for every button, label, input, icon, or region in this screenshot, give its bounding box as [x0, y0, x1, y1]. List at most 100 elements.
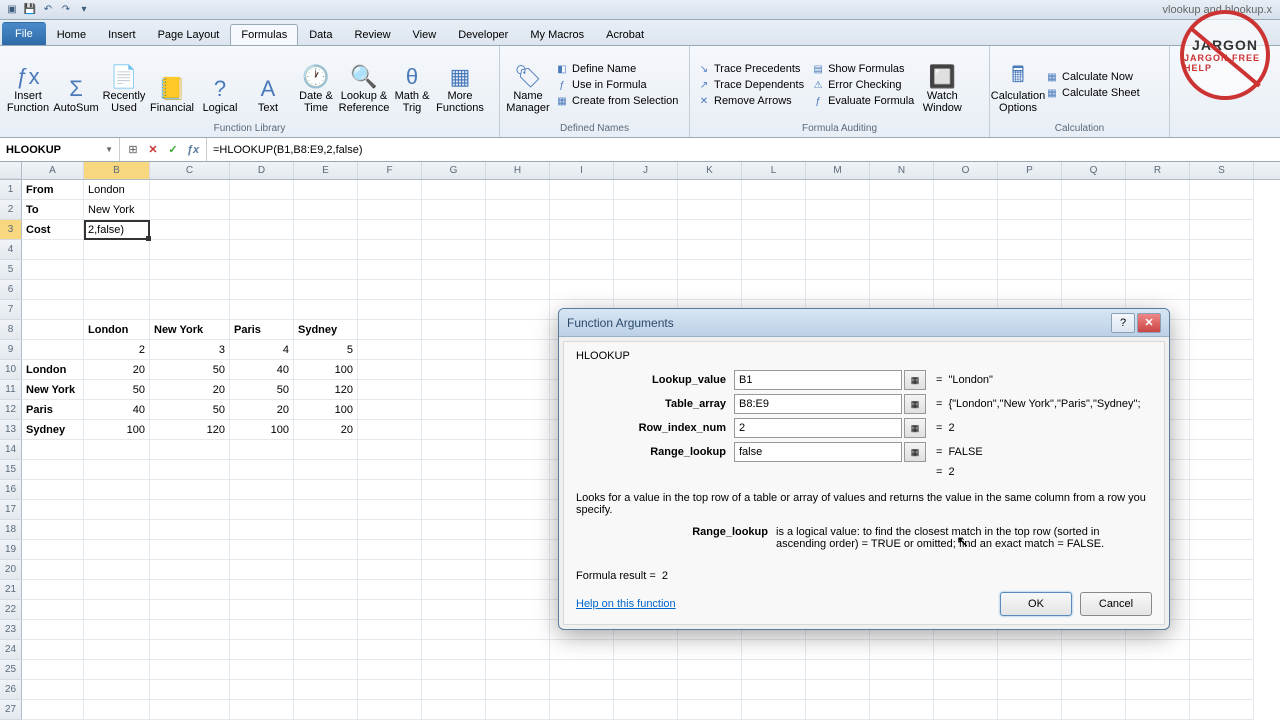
cell-K26[interactable] — [678, 680, 742, 700]
cell-B4[interactable] — [84, 240, 150, 260]
cell-F22[interactable] — [358, 600, 422, 620]
cell-C15[interactable] — [150, 460, 230, 480]
cell-H16[interactable] — [486, 480, 550, 500]
cell-Q25[interactable] — [1062, 660, 1126, 680]
cell-I6[interactable] — [550, 280, 614, 300]
cell-H6[interactable] — [486, 280, 550, 300]
tab-formulas[interactable]: Formulas — [230, 24, 298, 45]
cell-P24[interactable] — [998, 640, 1062, 660]
cell-F21[interactable] — [358, 580, 422, 600]
cell-O24[interactable] — [934, 640, 998, 660]
cell-D14[interactable] — [230, 440, 294, 460]
cell-F12[interactable] — [358, 400, 422, 420]
cell-E11[interactable]: 120 — [294, 380, 358, 400]
cell-B15[interactable] — [84, 460, 150, 480]
define-name-button[interactable]: ◧Define Name — [554, 62, 680, 76]
financial-button[interactable]: 📒Financial — [150, 50, 194, 116]
cell-H11[interactable] — [486, 380, 550, 400]
cell-F20[interactable] — [358, 560, 422, 580]
cell-S18[interactable] — [1190, 520, 1254, 540]
cell-H1[interactable] — [486, 180, 550, 200]
cell-E6[interactable] — [294, 280, 358, 300]
tab-review[interactable]: Review — [343, 24, 401, 45]
row-header-19[interactable]: 19 — [0, 540, 22, 560]
cell-D17[interactable] — [230, 500, 294, 520]
cell-H22[interactable] — [486, 600, 550, 620]
cell-Q4[interactable] — [1062, 240, 1126, 260]
tab-view[interactable]: View — [402, 24, 448, 45]
name-box[interactable]: HLOOKUP▼ — [0, 138, 120, 161]
cell-G4[interactable] — [422, 240, 486, 260]
cell-D3[interactable] — [230, 220, 294, 240]
cell-F18[interactable] — [358, 520, 422, 540]
cell-A7[interactable] — [22, 300, 84, 320]
cell-H19[interactable] — [486, 540, 550, 560]
cell-H20[interactable] — [486, 560, 550, 580]
cell-F23[interactable] — [358, 620, 422, 640]
cell-N26[interactable] — [870, 680, 934, 700]
cell-C20[interactable] — [150, 560, 230, 580]
insert-function-button[interactable]: ƒxInsert Function — [6, 50, 50, 116]
cell-G7[interactable] — [422, 300, 486, 320]
cell-F15[interactable] — [358, 460, 422, 480]
cell-S7[interactable] — [1190, 300, 1254, 320]
cell-B26[interactable] — [84, 680, 150, 700]
row-header-7[interactable]: 7 — [0, 300, 22, 320]
cell-B16[interactable] — [84, 480, 150, 500]
cell-S26[interactable] — [1190, 680, 1254, 700]
cell-M5[interactable] — [806, 260, 870, 280]
cell-G16[interactable] — [422, 480, 486, 500]
cell-Q6[interactable] — [1062, 280, 1126, 300]
cell-E26[interactable] — [294, 680, 358, 700]
cell-K5[interactable] — [678, 260, 742, 280]
row-header-5[interactable]: 5 — [0, 260, 22, 280]
cell-Q1[interactable] — [1062, 180, 1126, 200]
cell-H8[interactable] — [486, 320, 550, 340]
cell-D15[interactable] — [230, 460, 294, 480]
cell-E24[interactable] — [294, 640, 358, 660]
cell-M27[interactable] — [806, 700, 870, 720]
cell-H21[interactable] — [486, 580, 550, 600]
help-icon[interactable]: ? — [1111, 313, 1135, 333]
trace-dependents-button[interactable]: ↗Trace Dependents — [696, 78, 806, 92]
cell-C9[interactable]: 3 — [150, 340, 230, 360]
cell-I5[interactable] — [550, 260, 614, 280]
cell-F1[interactable] — [358, 180, 422, 200]
cell-A15[interactable] — [22, 460, 84, 480]
row-header-21[interactable]: 21 — [0, 580, 22, 600]
cell-K2[interactable] — [678, 200, 742, 220]
col-header-O[interactable]: O — [934, 162, 998, 179]
cell-A17[interactable] — [22, 500, 84, 520]
cell-J27[interactable] — [614, 700, 678, 720]
cell-A2[interactable]: To — [22, 200, 84, 220]
cell-E2[interactable] — [294, 200, 358, 220]
remove-arrows-button[interactable]: ✕Remove Arrows — [696, 94, 806, 108]
cell-D6[interactable] — [230, 280, 294, 300]
cell-C8[interactable]: New York — [150, 320, 230, 340]
cell-B21[interactable] — [84, 580, 150, 600]
col-header-J[interactable]: J — [614, 162, 678, 179]
cell-E7[interactable] — [294, 300, 358, 320]
cell-G27[interactable] — [422, 700, 486, 720]
row-header-6[interactable]: 6 — [0, 280, 22, 300]
cell-G8[interactable] — [422, 320, 486, 340]
cell-A9[interactable] — [22, 340, 84, 360]
cell-B2[interactable]: New York — [84, 200, 150, 220]
cell-F6[interactable] — [358, 280, 422, 300]
cell-I3[interactable] — [550, 220, 614, 240]
row-header-23[interactable]: 23 — [0, 620, 22, 640]
cell-E8[interactable]: Sydney — [294, 320, 358, 340]
range-selector-icon[interactable]: ▦ — [904, 442, 926, 462]
cell-E16[interactable] — [294, 480, 358, 500]
cell-L26[interactable] — [742, 680, 806, 700]
cell-G9[interactable] — [422, 340, 486, 360]
cell-D9[interactable]: 4 — [230, 340, 294, 360]
cell-G25[interactable] — [422, 660, 486, 680]
cell-D10[interactable]: 40 — [230, 360, 294, 380]
cell-C17[interactable] — [150, 500, 230, 520]
cell-B23[interactable] — [84, 620, 150, 640]
cell-N25[interactable] — [870, 660, 934, 680]
cell-A3[interactable]: Cost — [22, 220, 84, 240]
cell-D5[interactable] — [230, 260, 294, 280]
cell-A21[interactable] — [22, 580, 84, 600]
